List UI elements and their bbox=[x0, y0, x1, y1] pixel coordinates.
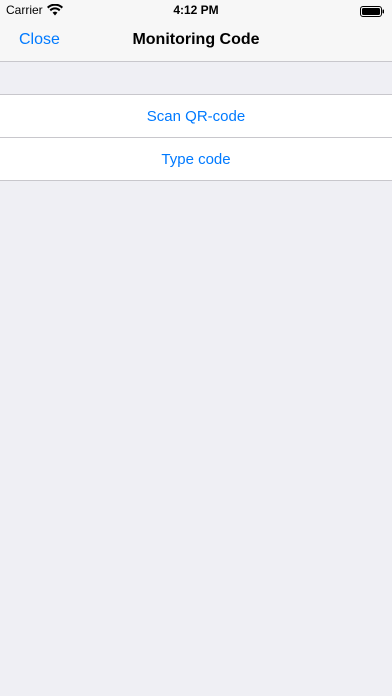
status-bar: Carrier 4:12 PM bbox=[0, 0, 392, 20]
page-title: Monitoring Code bbox=[132, 31, 260, 48]
battery-icon bbox=[360, 4, 384, 17]
scan-qr-code-button[interactable]: Scan QR-code bbox=[0, 95, 392, 137]
type-code-button[interactable]: Type code bbox=[0, 137, 392, 180]
options-list: Scan QR-code Type code bbox=[0, 94, 392, 181]
screen: Carrier 4:12 PM Close Monitoring Code Sc… bbox=[0, 0, 392, 696]
status-time: 4:12 PM bbox=[173, 3, 219, 17]
navigation-bar: Close Monitoring Code bbox=[0, 20, 392, 62]
